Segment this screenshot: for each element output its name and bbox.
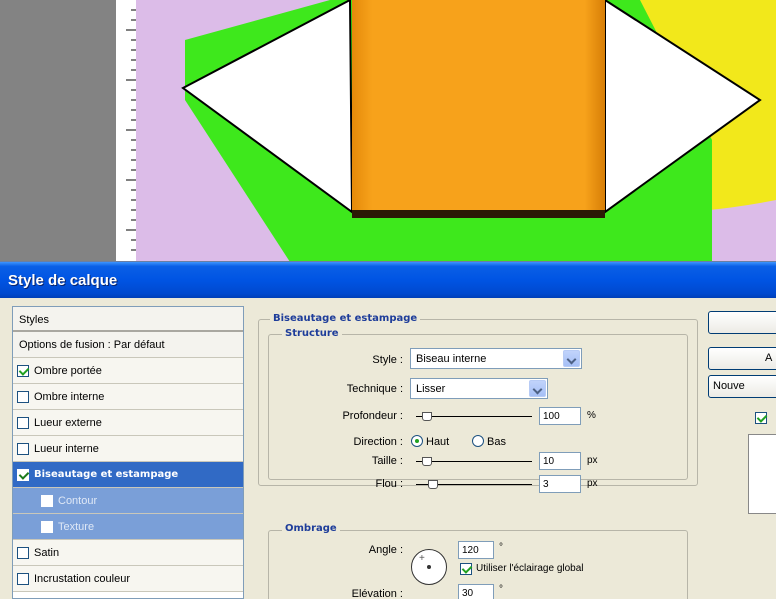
bevel-emboss-title: Biseautage et estampage bbox=[270, 313, 421, 324]
orange-square bbox=[352, 0, 605, 216]
style-item-bevel-emboss[interactable]: Biseautage et estampage bbox=[13, 462, 243, 488]
style-item-texture[interactable]: Texture bbox=[13, 514, 243, 540]
style-item-contour[interactable]: Contour bbox=[13, 488, 243, 514]
styles-list: Styles Options de fusion : Par défaut Om… bbox=[12, 306, 244, 599]
altitude-label: Elévation : bbox=[351, 588, 403, 599]
soften-slider-thumb[interactable] bbox=[428, 480, 438, 489]
checkbox-icon[interactable] bbox=[17, 416, 29, 429]
size-input[interactable]: 10 bbox=[539, 452, 581, 470]
size-unit: px bbox=[587, 455, 598, 466]
technique-label: Technique : bbox=[346, 383, 403, 395]
depth-input[interactable]: 100 bbox=[539, 407, 581, 425]
soften-unit: px bbox=[587, 478, 598, 489]
global-light-checkbox[interactable] bbox=[460, 563, 472, 575]
direction-up-radio[interactable] bbox=[411, 435, 423, 447]
checkbox-icon[interactable] bbox=[17, 546, 29, 559]
chevron-down-icon[interactable] bbox=[529, 380, 546, 397]
style-item-outer-glow[interactable]: Lueur externe bbox=[13, 410, 243, 436]
depth-unit: % bbox=[587, 410, 596, 421]
depth-slider-thumb[interactable] bbox=[422, 412, 432, 421]
blending-options-row[interactable]: Options de fusion : Par défaut bbox=[13, 332, 243, 358]
direction-label: Direction : bbox=[353, 436, 403, 448]
shading-title: Ombrage bbox=[282, 523, 340, 534]
pasteboard bbox=[0, 0, 116, 261]
structure-title: Structure bbox=[282, 328, 342, 339]
checkbox-icon[interactable] bbox=[17, 364, 29, 377]
canvas-artwork bbox=[0, 0, 776, 261]
cancel-button[interactable]: A bbox=[708, 347, 776, 370]
size-slider-track[interactable] bbox=[416, 461, 532, 462]
dialog-titlebar[interactable]: Style de calque bbox=[0, 262, 776, 298]
style-item-inner-glow[interactable]: Lueur interne bbox=[13, 436, 243, 462]
style-item-label: Satin bbox=[34, 546, 60, 559]
style-preview-thumbnail bbox=[748, 434, 776, 514]
style-item-label: Incrustation couleur bbox=[34, 572, 130, 585]
style-item-satin[interactable]: Satin bbox=[13, 540, 243, 566]
global-light-label[interactable]: Utiliser l'éclairage global bbox=[476, 563, 584, 574]
angle-dial-icon[interactable]: + bbox=[411, 549, 447, 585]
direction-down-label[interactable]: Bas bbox=[487, 436, 506, 448]
angle-input[interactable]: 120 bbox=[458, 541, 494, 559]
depth-label: Profondeur : bbox=[342, 410, 403, 422]
checkbox-icon[interactable] bbox=[17, 442, 29, 455]
style-item-label: Texture bbox=[58, 520, 95, 533]
checkbox-icon[interactable] bbox=[41, 520, 53, 533]
orange-square-shadow bbox=[352, 210, 605, 218]
chevron-down-icon[interactable] bbox=[563, 350, 580, 367]
checkbox-icon[interactable] bbox=[41, 494, 53, 507]
altitude-unit: ° bbox=[499, 584, 503, 595]
style-item-drop-shadow[interactable]: Ombre portée bbox=[13, 358, 243, 384]
checkbox-icon[interactable] bbox=[17, 390, 29, 403]
preview-checkbox[interactable] bbox=[755, 412, 767, 424]
style-item-label: Contour bbox=[58, 494, 98, 507]
ok-button[interactable] bbox=[708, 311, 776, 334]
soften-label: Flou : bbox=[375, 478, 403, 490]
styles-header[interactable]: Styles bbox=[13, 307, 243, 332]
dialog-title: Style de calque bbox=[8, 272, 118, 289]
angle-unit: ° bbox=[499, 542, 503, 553]
style-item-label: Lueur externe bbox=[34, 416, 102, 429]
depth-slider-track[interactable] bbox=[416, 416, 532, 417]
altitude-input[interactable]: 30 bbox=[458, 584, 494, 599]
soften-input[interactable]: 3 bbox=[539, 475, 581, 493]
style-item-label: Biseautage et estampage bbox=[34, 469, 179, 480]
style-item-label: Lueur interne bbox=[34, 442, 99, 455]
document-canvas[interactable] bbox=[0, 0, 776, 262]
layer-style-dialog: Style de calque Styles Options de fusion… bbox=[0, 262, 776, 599]
style-item-label: Ombre portée bbox=[34, 364, 102, 377]
direction-up-label[interactable]: Haut bbox=[426, 436, 449, 448]
style-item-inner-shadow[interactable]: Ombre interne bbox=[13, 384, 243, 410]
style-select[interactable]: Biseau interne bbox=[410, 348, 582, 369]
checkbox-icon[interactable] bbox=[17, 572, 29, 585]
style-select-value: Biseau interne bbox=[416, 353, 487, 365]
size-label: Taille : bbox=[371, 455, 403, 467]
direction-down-radio[interactable] bbox=[472, 435, 484, 447]
new-style-button[interactable]: Nouve bbox=[708, 375, 776, 398]
size-slider-thumb[interactable] bbox=[422, 457, 432, 466]
angle-label: Angle : bbox=[368, 544, 403, 556]
style-label: Style : bbox=[372, 354, 403, 366]
technique-select[interactable]: Lisser bbox=[410, 378, 548, 399]
vertical-ruler bbox=[116, 0, 136, 261]
style-item-label: Ombre interne bbox=[34, 390, 105, 403]
style-item-color-overlay[interactable]: Incrustation couleur bbox=[13, 566, 243, 592]
technique-select-value: Lisser bbox=[416, 383, 446, 395]
checkbox-icon[interactable] bbox=[17, 468, 29, 481]
